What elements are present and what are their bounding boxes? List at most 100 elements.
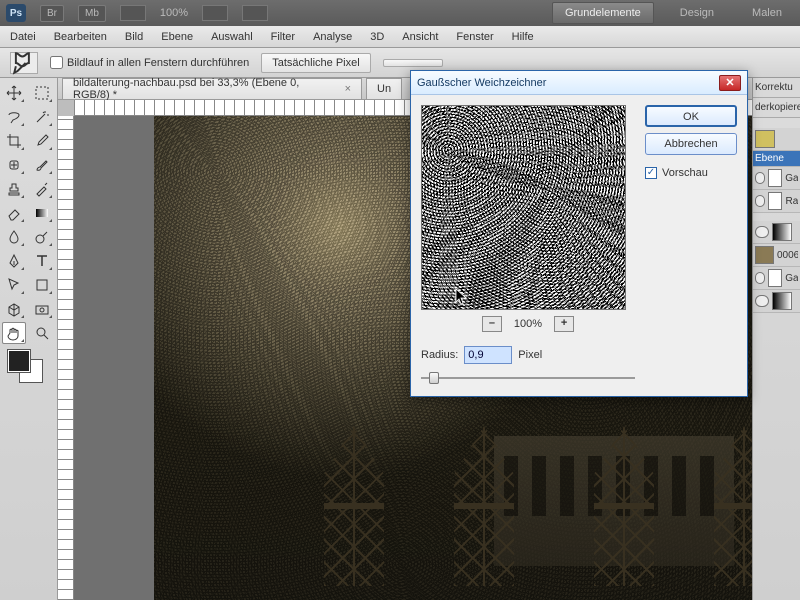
dodge-tool[interactable]	[30, 226, 54, 248]
layer-name: 0006	[777, 250, 798, 261]
app-bar: Ps Br Mb 100% Grundelemente Design Malen	[0, 0, 800, 26]
ruler-vertical[interactable]	[58, 116, 74, 600]
3d-tool[interactable]	[2, 298, 26, 320]
color-swatches[interactable]	[8, 350, 48, 386]
slider-thumb[interactable]	[429, 372, 439, 384]
workspace-grundelemente[interactable]: Grundelemente	[552, 2, 654, 24]
menu-ansicht[interactable]: Ansicht	[402, 31, 438, 43]
document-tab-active[interactable]: bildalterung-nachbau.psd bei 33,3% (Eben…	[62, 78, 362, 99]
visibility-icon[interactable]	[755, 272, 765, 284]
menu-3d[interactable]: 3D	[370, 31, 384, 43]
dialog-title: Gaußscher Weichzeichner	[417, 77, 546, 89]
document-tab-2[interactable]: Un	[366, 78, 402, 99]
healing-tool[interactable]	[2, 154, 26, 176]
panel-dock: Korrektu derkopieren Ebene Gau Rau 0006	[752, 78, 800, 600]
layer-thumb	[772, 223, 792, 241]
close-icon[interactable]: ✕	[719, 75, 741, 91]
layer-row[interactable]: 0006	[753, 244, 800, 267]
layer-row[interactable]	[753, 290, 800, 313]
visibility-icon[interactable]	[755, 295, 769, 307]
radius-unit: Pixel	[518, 349, 542, 361]
pen-tool[interactable]	[2, 250, 26, 272]
document-tab-2-title: Un	[377, 83, 391, 95]
layer-thumb	[755, 246, 774, 264]
fit-screen-button[interactable]	[383, 59, 443, 67]
current-tool-icon[interactable]	[10, 52, 38, 74]
menu-analyse[interactable]: Analyse	[313, 31, 352, 43]
zoom-in-button[interactable]: +	[554, 316, 574, 332]
visibility-icon[interactable]	[755, 172, 765, 184]
eyedropper-tool[interactable]	[30, 130, 54, 152]
radius-input[interactable]	[464, 346, 512, 364]
preview-checkbox-label: Vorschau	[662, 167, 708, 179]
minibridge-button[interactable]: Mb	[78, 5, 106, 22]
panel-tab-copy[interactable]: derkopieren	[753, 98, 800, 118]
layer-row[interactable]: Rau	[753, 190, 800, 213]
camera-tool[interactable]	[30, 298, 54, 320]
dialog-titlebar[interactable]: Gaußscher Weichzeichner ✕	[411, 71, 747, 95]
workspace-malen[interactable]: Malen	[740, 3, 794, 23]
slider-track	[421, 377, 635, 379]
app-logo-icon: Ps	[6, 4, 26, 22]
scroll-all-input[interactable]	[50, 56, 63, 69]
scroll-all-checkbox[interactable]: Bildlauf in allen Fenstern durchführen	[50, 56, 249, 69]
cancel-button[interactable]: Abbrechen	[645, 133, 737, 155]
radius-slider[interactable]	[421, 370, 635, 386]
layer-thumb	[768, 192, 782, 210]
layer-row[interactable]: Gau	[753, 267, 800, 290]
marquee-tool[interactable]	[30, 82, 54, 104]
bridge-button[interactable]: Br	[40, 5, 64, 22]
path-select-tool[interactable]	[2, 274, 26, 296]
menu-bearbeiten[interactable]: Bearbeiten	[54, 31, 107, 43]
hand-tool[interactable]	[2, 322, 26, 344]
menu-fenster[interactable]: Fenster	[456, 31, 493, 43]
panel-icons[interactable]	[753, 128, 800, 151]
workspace-design[interactable]: Design	[668, 3, 726, 23]
menu-hilfe[interactable]: Hilfe	[512, 31, 534, 43]
wand-tool[interactable]	[30, 106, 54, 128]
layer-row[interactable]	[753, 221, 800, 244]
blur-tool[interactable]	[2, 226, 26, 248]
menu-auswahl[interactable]: Auswahl	[211, 31, 253, 43]
shape-tool[interactable]	[30, 274, 54, 296]
layer-name: Gau	[785, 173, 798, 184]
type-tool[interactable]	[30, 250, 54, 272]
layer-row[interactable]: Gau	[753, 167, 800, 190]
layer-thumb	[768, 269, 782, 287]
menu-bild[interactable]: Bild	[125, 31, 143, 43]
panel-tab-korrektur[interactable]: Korrektu	[753, 78, 800, 98]
screenmode-dropdown[interactable]	[242, 5, 268, 21]
layer-name: Rau	[785, 196, 798, 207]
visibility-icon[interactable]	[755, 195, 765, 207]
lasso-tool[interactable]	[2, 106, 26, 128]
menu-datei[interactable]: Datei	[10, 31, 36, 43]
zoom-level[interactable]: 100%	[160, 7, 188, 19]
gradient-tool[interactable]	[30, 202, 54, 224]
filter-preview[interactable]	[421, 105, 626, 310]
gaussian-blur-dialog: Gaußscher Weichzeichner ✕ – 100% + Radiu…	[410, 70, 748, 397]
menu-ebene[interactable]: Ebene	[161, 31, 193, 43]
ok-button[interactable]: OK	[645, 105, 737, 127]
checkbox-icon[interactable]: ✓	[645, 167, 657, 179]
preview-zoom: 100%	[514, 318, 542, 330]
preview-checkbox[interactable]: ✓ Vorschau	[645, 167, 737, 179]
crop-tool[interactable]	[2, 130, 26, 152]
foreground-color[interactable]	[8, 350, 30, 372]
adjustment-icon[interactable]	[755, 130, 775, 148]
panel-tab-ebenen[interactable]: Ebene	[753, 151, 800, 167]
menu-filter[interactable]: Filter	[271, 31, 295, 43]
actual-pixels-button[interactable]: Tatsächliche Pixel	[261, 53, 370, 73]
layer-thumb	[768, 169, 782, 187]
move-tool[interactable]	[2, 82, 26, 104]
brush-tool[interactable]	[30, 154, 54, 176]
view-dropdown[interactable]	[120, 5, 146, 21]
close-tab-icon[interactable]: ×	[345, 83, 351, 95]
zoom-out-button[interactable]: –	[482, 316, 502, 332]
eraser-tool[interactable]	[2, 202, 26, 224]
visibility-icon[interactable]	[755, 226, 769, 238]
stamp-tool[interactable]	[2, 178, 26, 200]
arrange-dropdown[interactable]	[202, 5, 228, 21]
layer-thumb	[772, 292, 792, 310]
zoom-tool[interactable]	[30, 322, 54, 344]
history-brush-tool[interactable]	[30, 178, 54, 200]
